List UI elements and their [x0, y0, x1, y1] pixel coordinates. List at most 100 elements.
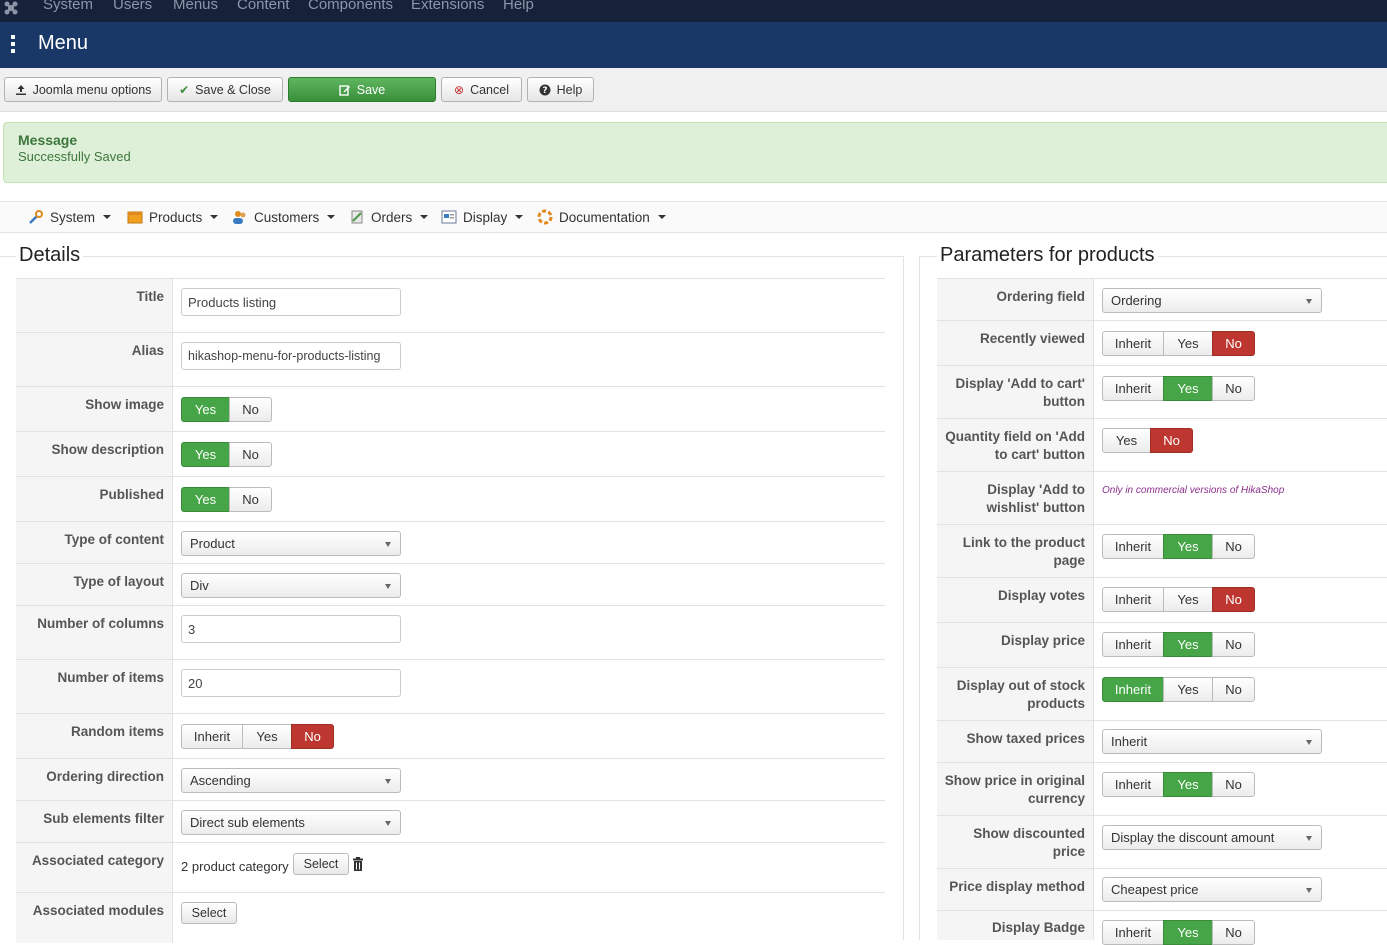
display-votes-inherit[interactable]: Inherit — [1102, 587, 1164, 612]
recently-viewed-yes[interactable]: Yes — [1163, 331, 1213, 356]
subnav-orders-label: Orders — [371, 209, 413, 225]
original-currency-no[interactable]: No — [1212, 772, 1255, 797]
message-text: Successfully Saved — [18, 149, 131, 164]
topnav-menus[interactable]: Menus — [173, 0, 218, 13]
subnav-products[interactable]: Products — [127, 209, 219, 225]
title-field[interactable]: Products listing — [181, 288, 401, 316]
price-method-label: Price display method — [949, 879, 1085, 894]
display-price-row: Display price Inherit Yes No — [937, 623, 1387, 668]
quantity-field-toggle: Yes No — [1102, 428, 1193, 453]
show-description-no[interactable]: No — [229, 442, 272, 467]
link-product-no[interactable]: No — [1212, 534, 1255, 559]
add-to-cart-no[interactable]: No — [1212, 376, 1255, 401]
subnav-orders[interactable]: Orders — [349, 209, 429, 225]
quantity-field-yes[interactable]: Yes — [1102, 428, 1151, 453]
show-image-yes[interactable]: Yes — [181, 397, 230, 422]
link-product-label: Link to the product page — [962, 535, 1085, 568]
sidebar-toggle-icon[interactable] — [11, 35, 15, 53]
display-badge-no[interactable]: No — [1212, 920, 1255, 945]
published-yes[interactable]: Yes — [181, 487, 230, 512]
link-product-inherit[interactable]: Inherit — [1102, 534, 1164, 559]
out-of-stock-yes[interactable]: Yes — [1163, 677, 1213, 702]
assoc-category-label: Associated category — [31, 853, 164, 868]
sub-elements-value: Direct sub elements — [190, 815, 305, 830]
topnav-system[interactable]: System — [43, 0, 93, 13]
sub-elements-select[interactable]: Direct sub elements — [181, 810, 401, 835]
dropdown-arrow-icon — [1306, 740, 1312, 745]
sub-elements-label: Sub elements filter — [43, 811, 164, 826]
original-currency-yes[interactable]: Yes — [1163, 772, 1213, 797]
published-no[interactable]: No — [229, 487, 272, 512]
orders-icon — [351, 210, 363, 224]
display-icon — [441, 210, 457, 224]
trash-icon[interactable] — [352, 857, 364, 871]
ordering-field-select[interactable]: Ordering — [1102, 288, 1322, 313]
subnav-system[interactable]: System — [28, 209, 112, 225]
display-badge-yes[interactable]: Yes — [1163, 920, 1213, 945]
display-badge-inherit[interactable]: Inherit — [1102, 920, 1164, 945]
display-votes-row: Display votes Inherit Yes No — [937, 578, 1387, 623]
link-product-yes[interactable]: Yes — [1163, 534, 1213, 559]
ordering-direction-select[interactable]: Ascending — [181, 768, 401, 793]
show-image-row: Show image Yes No — [16, 387, 885, 432]
joomla-menu-options-button[interactable]: Joomla menu options — [4, 77, 162, 102]
type-layout-select[interactable]: Div — [181, 573, 401, 598]
chevron-down-icon — [657, 215, 666, 219]
assoc-category-select-button[interactable]: Select — [293, 853, 349, 875]
discounted-price-select[interactable]: Display the discount amount — [1102, 825, 1322, 850]
subnav-display[interactable]: Display — [441, 209, 524, 225]
num-columns-field[interactable]: 3 — [181, 615, 401, 643]
wrench-icon — [29, 210, 43, 224]
taxed-prices-select[interactable]: Inherit — [1102, 729, 1322, 754]
help-button[interactable]: ? Help — [527, 77, 594, 102]
display-price-inherit[interactable]: Inherit — [1102, 632, 1164, 657]
show-description-yes[interactable]: Yes — [181, 442, 230, 467]
alias-field[interactable]: hikashop-menu-for-products-listing — [181, 342, 401, 370]
type-content-select[interactable]: Product — [181, 531, 401, 556]
subnav-documentation[interactable]: Documentation — [537, 209, 666, 225]
subnav-display-label: Display — [463, 209, 508, 225]
out-of-stock-inherit[interactable]: Inherit — [1102, 677, 1164, 702]
ordering-field-value: Ordering — [1111, 293, 1162, 308]
recently-viewed-inherit[interactable]: Inherit — [1102, 331, 1164, 356]
random-items-yes[interactable]: Yes — [242, 724, 292, 749]
details-fieldset-border-right — [903, 256, 904, 940]
dropdown-arrow-icon — [385, 542, 391, 547]
question-circle-icon: ? — [539, 84, 551, 96]
topnav-content[interactable]: Content — [237, 0, 290, 13]
save-button[interactable]: Save — [288, 77, 436, 102]
assoc-modules-select-button[interactable]: Select — [181, 902, 237, 924]
topnav-extensions[interactable]: Extensions — [411, 0, 484, 13]
quantity-field-no[interactable]: No — [1150, 428, 1193, 453]
dropdown-arrow-icon — [385, 779, 391, 784]
type-layout-row: Type of layout Div — [16, 564, 885, 606]
subnav-customers[interactable]: Customers — [232, 209, 336, 225]
save-close-button[interactable]: ✔ Save & Close — [167, 77, 283, 102]
random-items-inherit[interactable]: Inherit — [181, 724, 243, 749]
recently-viewed-no[interactable]: No — [1212, 331, 1255, 356]
display-votes-yes[interactable]: Yes — [1163, 587, 1213, 612]
add-to-cart-yes[interactable]: Yes — [1163, 376, 1213, 401]
display-price-no[interactable]: No — [1212, 632, 1255, 657]
add-to-cart-inherit[interactable]: Inherit — [1102, 376, 1164, 401]
topnav-users[interactable]: Users — [113, 0, 152, 13]
random-items-no[interactable]: No — [291, 724, 334, 749]
display-votes-no[interactable]: No — [1212, 587, 1255, 612]
out-of-stock-no[interactable]: No — [1212, 677, 1255, 702]
topnav-help[interactable]: Help — [503, 0, 534, 13]
num-items-field[interactable]: 20 — [181, 669, 401, 697]
price-method-select[interactable]: Cheapest price — [1102, 877, 1322, 902]
cancel-button[interactable]: ⊗ Cancel — [441, 77, 522, 102]
display-votes-toggle: Inherit Yes No — [1102, 587, 1255, 612]
subnav-system-label: System — [50, 209, 96, 225]
show-image-no[interactable]: No — [229, 397, 272, 422]
show-description-label: Show description — [51, 442, 164, 457]
topnav-components[interactable]: Components — [308, 0, 393, 13]
joomla-logo-icon[interactable] — [3, 0, 19, 16]
show-image-label: Show image — [85, 397, 164, 412]
wishlist-row: Display 'Add to wishlist' button Only in… — [937, 472, 1387, 525]
original-currency-inherit[interactable]: Inherit — [1102, 772, 1164, 797]
display-price-yes[interactable]: Yes — [1163, 632, 1213, 657]
price-method-row: Price display method Cheapest price — [937, 869, 1387, 911]
svg-text:?: ? — [542, 86, 547, 96]
